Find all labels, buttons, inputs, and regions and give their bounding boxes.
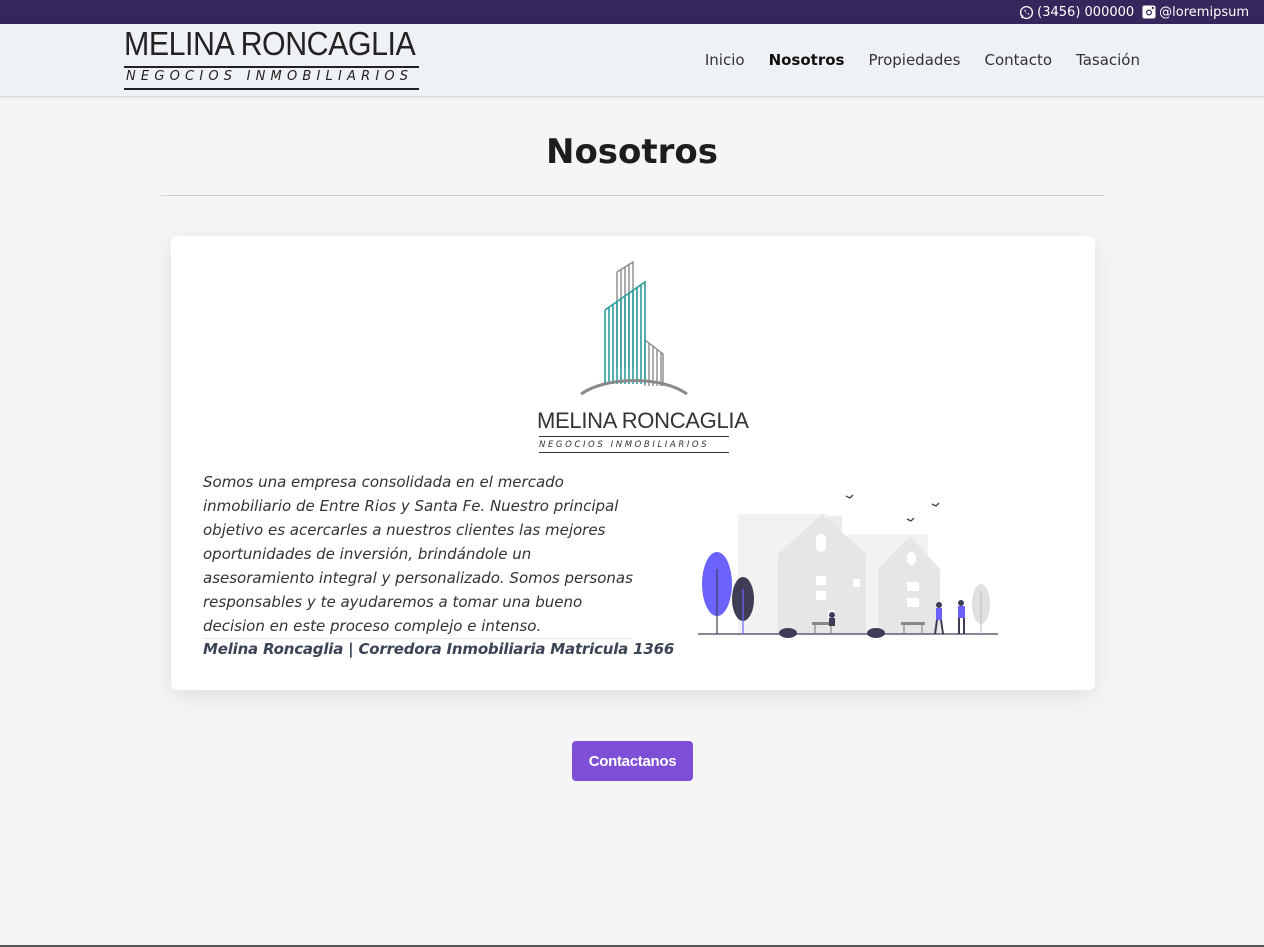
logo-name: MELINA RONCAGLIA xyxy=(537,408,749,433)
city-illustration xyxy=(698,494,998,638)
nav-item-inicio[interactable]: Inicio xyxy=(705,51,745,69)
instagram-handle: @loremipsum xyxy=(1159,4,1249,20)
company-logo: MELINA RONCAGLIA NEGOCIOS INMOBILIARIOS xyxy=(537,258,749,456)
brand-name: MELINA RONCAGLIA xyxy=(124,25,416,62)
nav-item-nosotros[interactable]: Nosotros xyxy=(769,51,845,69)
brand-rule-top xyxy=(124,66,419,68)
main-navbar: MELINA RONCAGLIA NEGOCIOS INMOBILIARIOS … xyxy=(0,24,1264,97)
nav-item-tasacion[interactable]: Tasación xyxy=(1076,51,1140,69)
company-description: Somos una empresa consolidada en el merc… xyxy=(203,473,633,635)
signature-divider xyxy=(203,638,631,639)
brand-logo[interactable]: MELINA RONCAGLIA NEGOCIOS INMOBILIARIOS xyxy=(124,26,420,92)
nav-item-propiedades[interactable]: Propiedades xyxy=(868,51,960,69)
phone-number: (3456) 000000 xyxy=(1037,4,1135,20)
brand-subtitle: NEGOCIOS INMOBILIARIOS xyxy=(126,69,414,84)
contact-button[interactable]: Contactanos xyxy=(572,741,693,781)
logo-subtitle: NEGOCIOS INMOBILIARIOS xyxy=(539,440,710,450)
top-contact-bar: (3456) 000000 @loremipsum xyxy=(0,0,1264,24)
page-title: Nosotros xyxy=(545,132,719,172)
phone-contact[interactable]: (3456) 000000 xyxy=(1019,5,1134,20)
about-card: MELINA RONCAGLIA NEGOCIOS INMOBILIARIOS … xyxy=(171,236,1095,690)
building-logo-icon xyxy=(580,260,688,396)
nav-menu: Inicio Nosotros Propiedades Contacto Tas… xyxy=(681,24,1140,96)
brand-rule-bottom xyxy=(124,88,419,90)
title-divider xyxy=(161,195,1105,196)
logo-rule-top xyxy=(539,436,729,437)
instagram-contact[interactable]: @loremipsum xyxy=(1142,5,1249,20)
instagram-icon xyxy=(1142,5,1156,19)
whatsapp-icon xyxy=(1020,5,1034,19)
nav-item-contacto[interactable]: Contacto xyxy=(984,51,1052,69)
signature: Melina Roncaglia | Corredora Inmobiliari… xyxy=(203,640,675,658)
logo-rule-bottom xyxy=(539,452,729,453)
